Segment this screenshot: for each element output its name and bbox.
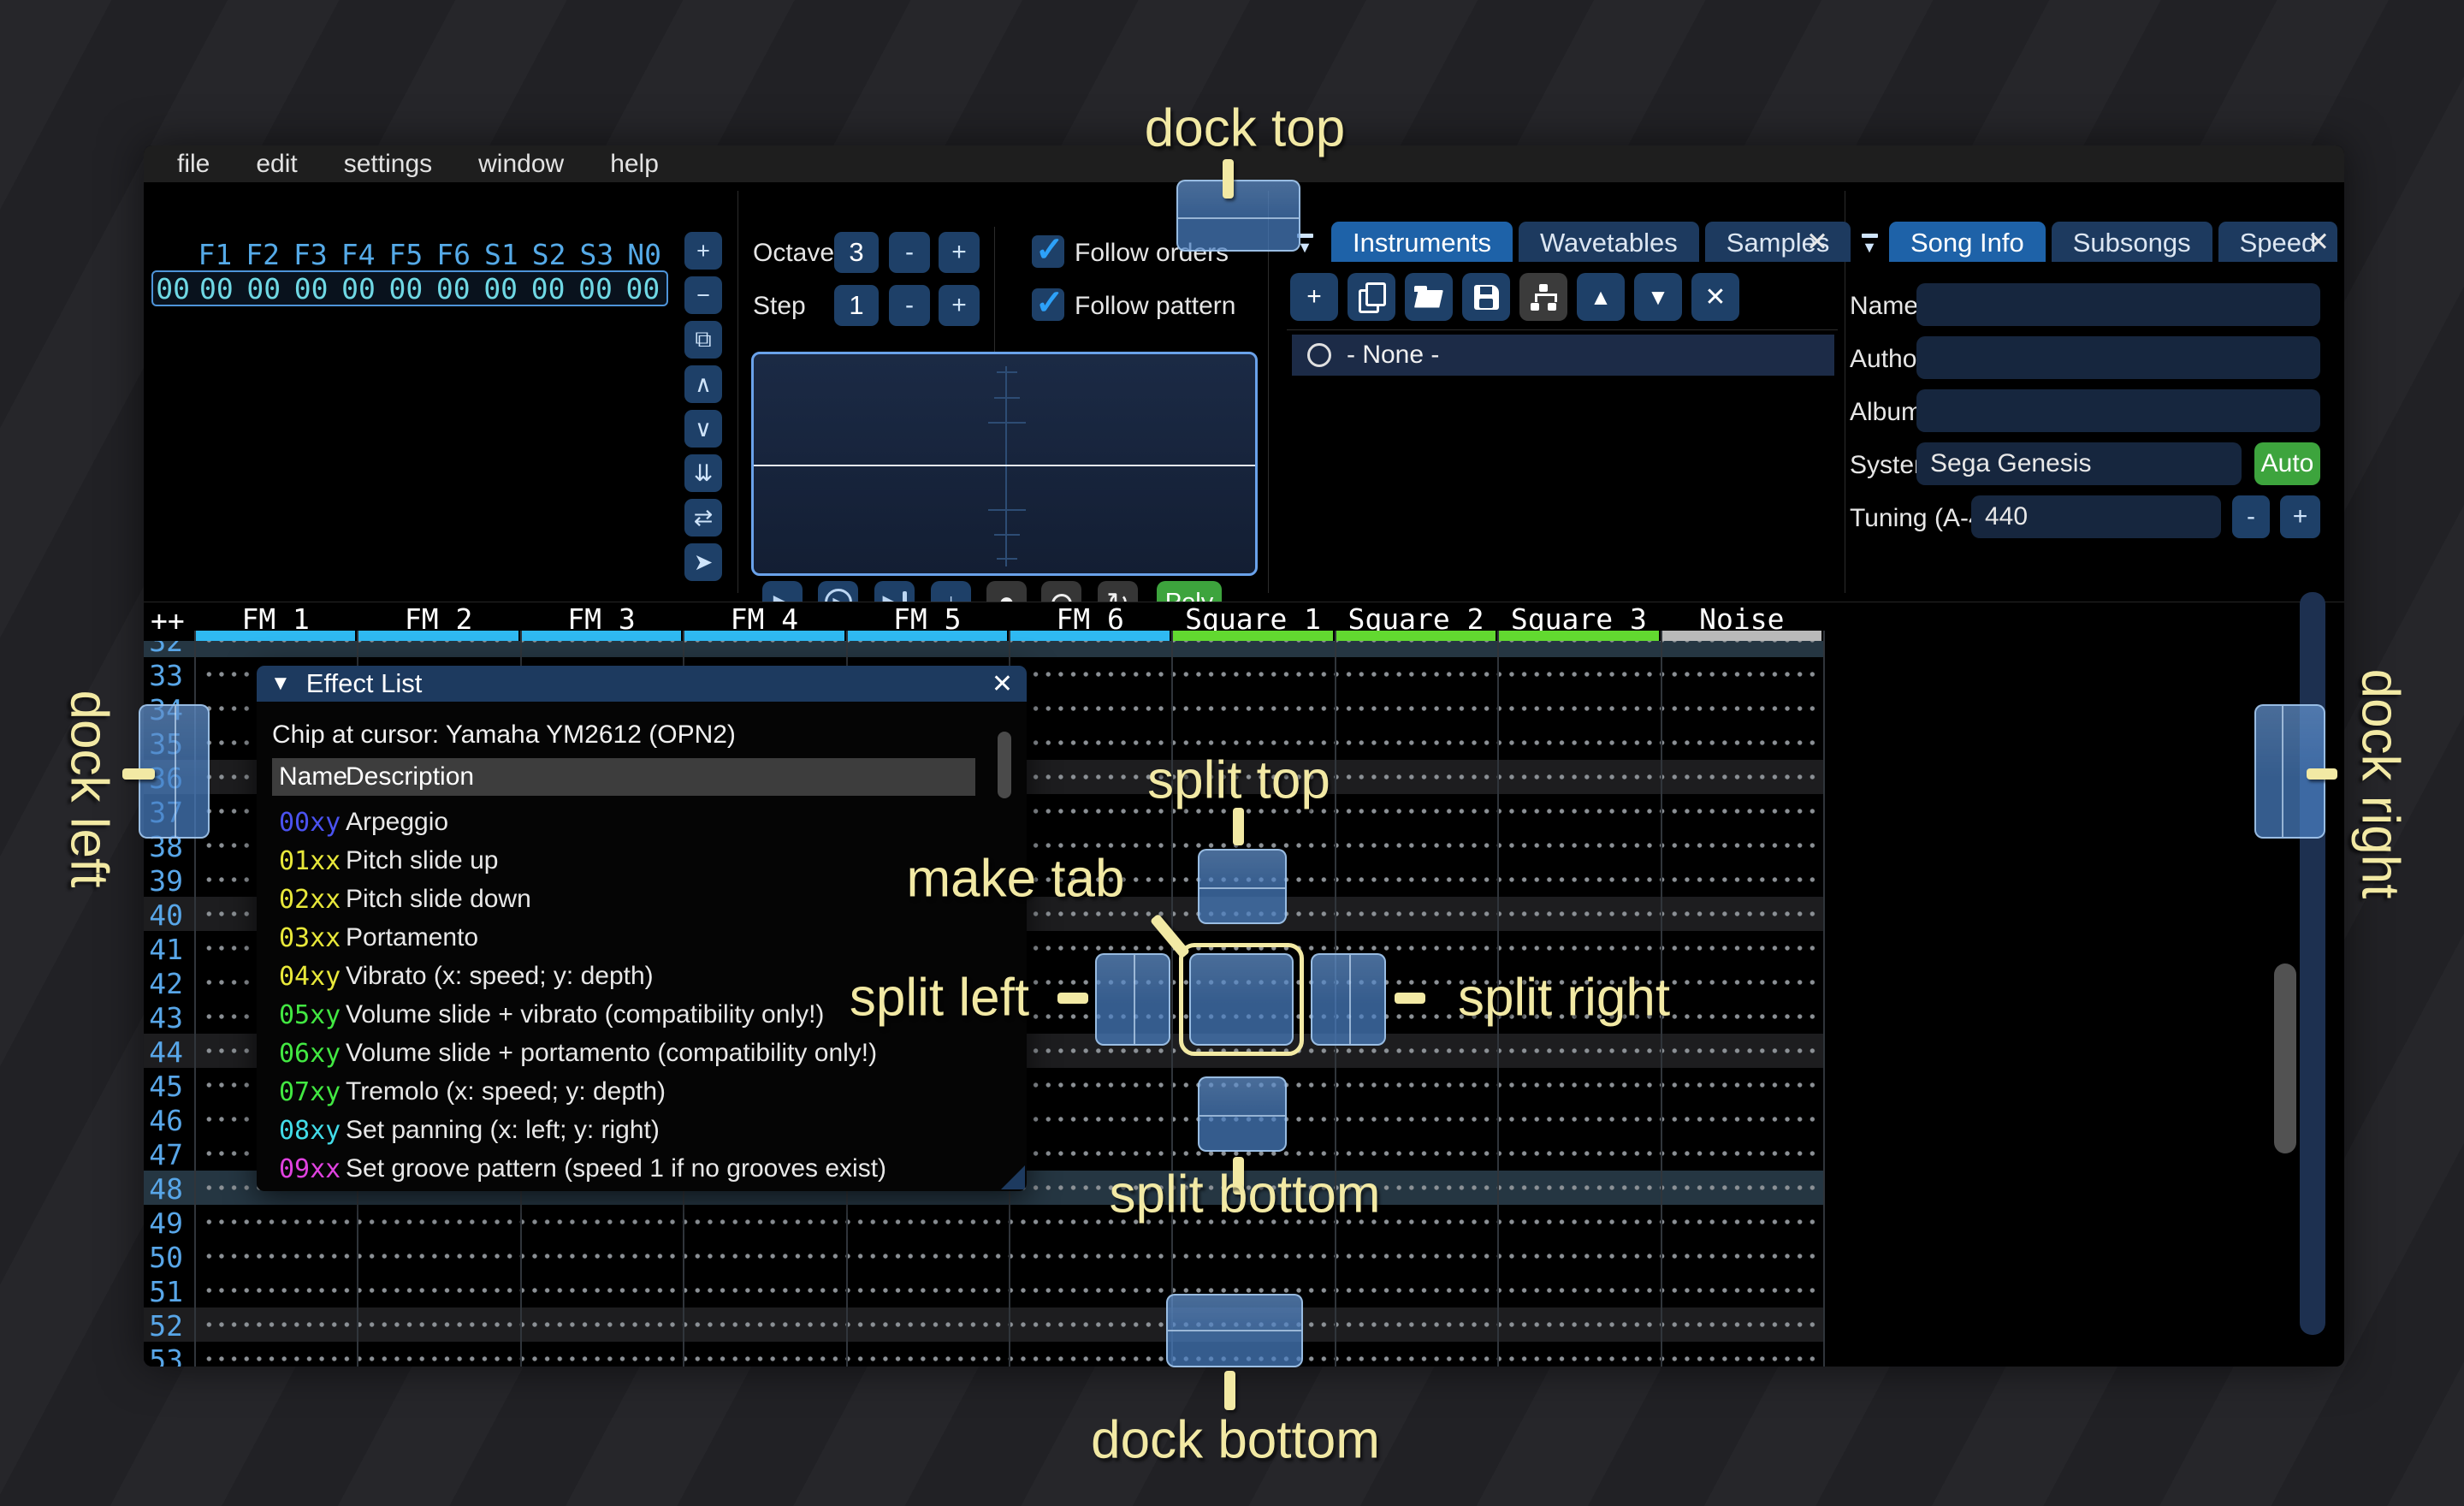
split-top-pointer [1233, 808, 1244, 845]
split-bottom-target[interactable] [1198, 1076, 1287, 1152]
dock-bottom-pointer [1224, 1371, 1235, 1410]
make-tab-target[interactable] [1189, 953, 1294, 1046]
split-right-pointer [1395, 993, 1425, 1004]
dock-bottom-label: dock bottom [1091, 1410, 1380, 1471]
dock-top-label: dock top [1145, 98, 1345, 159]
docking-overlay: dock top dock left dock right dock botto… [0, 0, 2464, 1506]
split-top-target[interactable] [1198, 849, 1287, 924]
dock-bottom-target[interactable] [1166, 1294, 1303, 1367]
split-right-target[interactable] [1311, 953, 1386, 1046]
make-tab-label: make tab [906, 849, 1124, 910]
dock-left-pointer [122, 768, 155, 780]
dock-top-pointer [1223, 159, 1234, 199]
desktop: fileeditsettingswindowhelp F1F2F3F4F5F6S… [0, 0, 2464, 1506]
split-bottom-label: split bottom [1109, 1165, 1380, 1225]
split-top-label: split top [1147, 750, 1330, 811]
dock-left-label: dock left [59, 691, 120, 888]
split-right-label: split right [1458, 968, 1670, 1029]
split-left-label: split left [850, 968, 1029, 1029]
dock-right-label: dock right [2350, 669, 2411, 899]
split-left-target[interactable] [1095, 953, 1170, 1046]
dock-top-target[interactable] [1176, 180, 1300, 252]
dock-right-pointer [2307, 768, 2337, 780]
split-left-pointer [1057, 993, 1088, 1004]
